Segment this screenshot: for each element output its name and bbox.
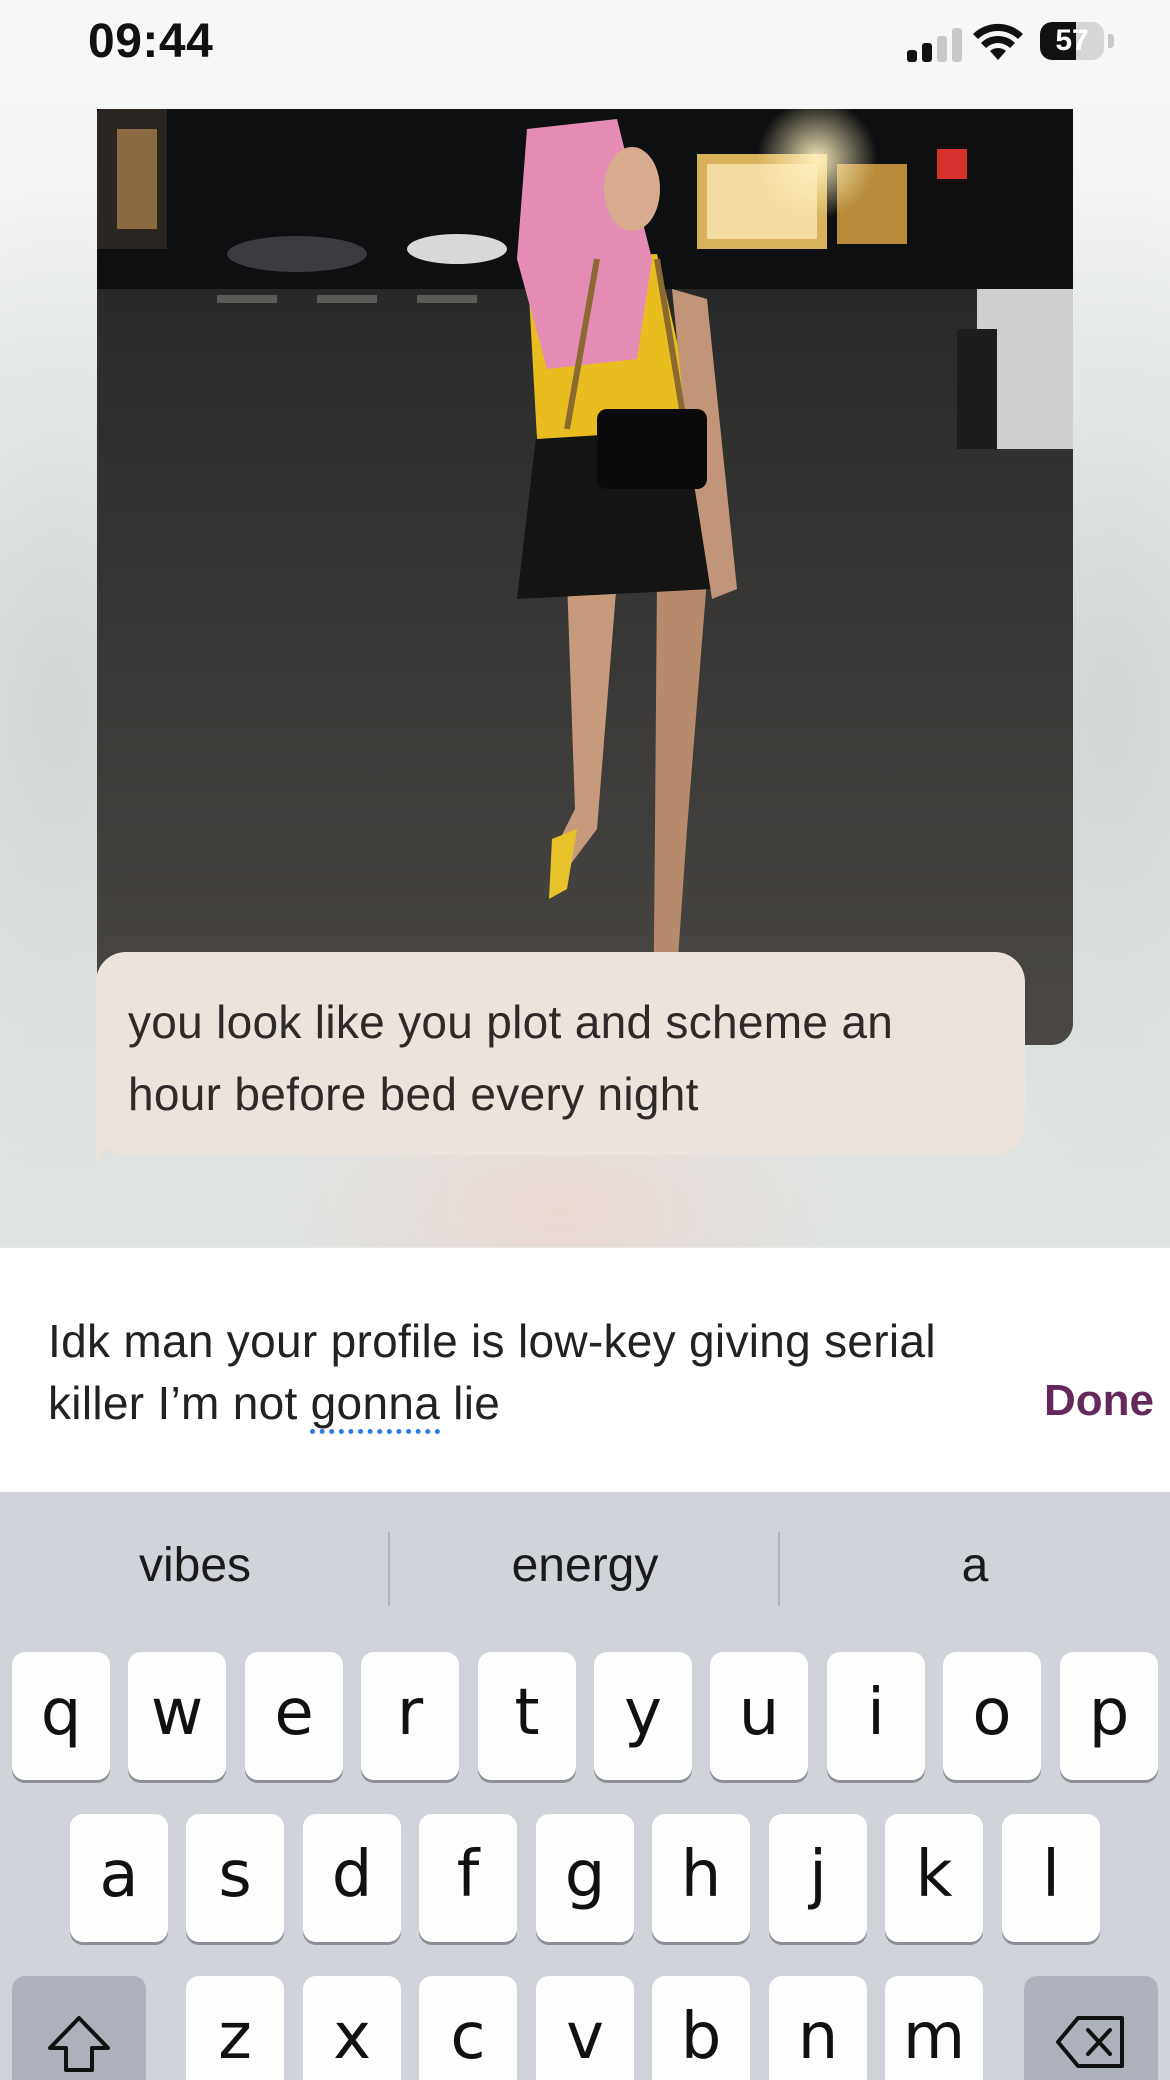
key-q[interactable]: q [12,1652,110,1780]
wifi-icon [973,23,1023,60]
key-m[interactable]: m [885,1976,983,2080]
done-button[interactable]: Done [1044,1376,1154,1426]
key-w[interactable]: w [128,1652,226,1780]
suggestion-3[interactable]: a [780,1538,1170,1593]
key-d[interactable]: d [303,1814,401,1942]
key-n[interactable]: n [769,1976,867,2080]
key-r[interactable]: r [361,1652,459,1780]
key-a[interactable]: a [70,1814,168,1942]
profile-photo[interactable] [97,109,1073,1045]
key-u[interactable]: u [710,1652,808,1780]
incoming-message-bubble[interactable]: you look like you plot and scheme an hou… [96,952,1025,1155]
key-c[interactable]: c [419,1976,517,2080]
bubble-tail [96,1130,136,1166]
backspace-icon [1056,2016,1124,2068]
key-x[interactable]: x [303,1976,401,2080]
key-i[interactable]: i [827,1652,925,1780]
incoming-message-text: you look like you plot and scheme an hou… [128,996,894,1120]
key-h[interactable]: h [652,1814,750,1942]
photo-of-person-on-street [97,109,1073,1045]
key-s[interactable]: s [186,1814,284,1942]
spellcheck-underlined-word[interactable]: gonna [311,1377,440,1429]
message-input-text-after: lie [440,1377,501,1429]
status-time: 09:44 [88,15,214,68]
keyboard: vibes energy a q w e r t y u i o p a s d… [0,1492,1170,2080]
chat-area: you look like you plot and scheme an hou… [0,90,1170,1247]
key-o[interactable]: o [943,1652,1041,1780]
message-input[interactable]: Idk man your profile is low-key giving s… [48,1310,948,1434]
key-e[interactable]: e [245,1652,343,1780]
battery-level: 57 [1055,24,1089,57]
key-z[interactable]: z [186,1976,284,2080]
delete-key[interactable] [1024,1976,1158,2080]
suggestion-1[interactable]: vibes [0,1538,390,1593]
status-bar: 09:44 57 [0,0,1170,90]
key-v[interactable]: v [536,1976,634,2080]
battery-icon: 57 [1040,22,1104,60]
suggestion-2[interactable]: energy [390,1538,780,1593]
cellular-signal-icon [907,28,962,62]
key-g[interactable]: g [536,1814,634,1942]
shift-arrow-icon [48,2016,110,2072]
message-composer: Idk man your profile is low-key giving s… [0,1247,1170,1492]
key-j[interactable]: j [769,1814,867,1942]
key-k[interactable]: k [885,1814,983,1942]
shift-key[interactable] [12,1976,146,2080]
suggestion-bar: vibes energy a [0,1492,1170,1647]
battery-cap [1108,34,1114,48]
key-b[interactable]: b [652,1976,750,2080]
key-l[interactable]: l [1002,1814,1100,1942]
key-p[interactable]: p [1060,1652,1158,1780]
key-y[interactable]: y [594,1652,692,1780]
key-t[interactable]: t [478,1652,576,1780]
key-f[interactable]: f [419,1814,517,1942]
